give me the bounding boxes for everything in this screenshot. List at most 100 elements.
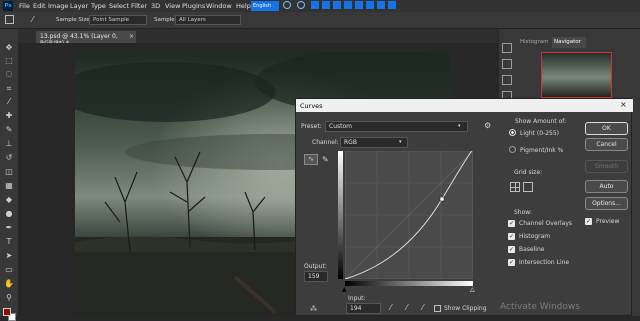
home-icon[interactable] [5,15,14,24]
preview-checkbox[interactable]: ✓ [585,218,592,225]
type-tool-icon[interactable]: T [4,237,14,247]
lasso-tool-icon[interactable]: ◌ [4,69,14,79]
marquee-tool-icon[interactable]: ⬚ [4,56,14,66]
show-clipping-checkbox[interactable] [434,305,441,312]
foreground-color-swatch[interactable] [3,308,11,316]
panel-icon-3[interactable] [502,75,512,85]
channel-select[interactable]: RGB ▾ [340,137,408,148]
tab-histogram[interactable]: Histogram [518,37,550,48]
menu-plugins[interactable]: Plugins [182,2,205,10]
language-indicator[interactable]: English [251,1,279,11]
menu-window[interactable]: Window [206,2,232,10]
detailed-grid-icon[interactable] [523,182,533,192]
clone-stamp-icon[interactable]: ⊥ [4,139,14,149]
black-point-slider[interactable]: ▲ [342,286,347,293]
menu-3d[interactable]: 3D [151,2,160,10]
tools-panel: ✥ ⬚ ◌ ⌗ ⁄ ✚ ✎ ⊥ ↺ ◫ ▦ ◆ ● ✒ T ➤ ▭ ✋ ⚲ [0,29,18,321]
input-field[interactable]: 194 [346,303,381,314]
preset-options-gear-icon[interactable]: ⚙ [484,121,491,130]
healing-brush-icon[interactable]: ✚ [4,111,14,121]
auto-channel-icon[interactable]: ⁂ [310,305,317,313]
sample-size-select[interactable]: Point Sample [89,15,147,25]
history-brush-icon[interactable]: ↺ [4,153,14,163]
move-tool-icon[interactable]: ✥ [4,43,14,53]
pause-icon[interactable] [311,1,319,9]
brush-tool-icon[interactable]: ✎ [4,125,14,135]
gradient-tool-icon[interactable]: ▦ [4,181,14,191]
forward-icon[interactable] [344,1,352,9]
curve-point-tool-icon[interactable]: ∿ [304,154,318,165]
curves-graph[interactable] [345,151,473,279]
rewind-icon[interactable] [322,1,330,9]
eyedropper-tool-icon[interactable]: ⁄ [32,15,33,24]
menu-layer[interactable]: Layer [70,2,88,10]
chevron-down-icon: ▾ [458,123,461,129]
capture-icon[interactable] [377,1,385,9]
close-icon[interactable] [388,1,396,9]
blur-tool-icon[interactable]: ◆ [4,195,14,205]
panel-icon-2[interactable] [502,59,512,69]
photoshop-logo[interactable]: Ps [3,1,13,11]
ok-button[interactable]: OK [585,122,628,135]
show-amount-label: Show Amount of: [515,118,567,125]
options-button-label: Options... [592,200,621,207]
input-gradient-bar [345,281,473,286]
close-tab-icon[interactable]: × [129,33,134,40]
options-button[interactable]: Options... [585,197,628,210]
menu-edit[interactable]: Edit [33,2,46,10]
output-label: Output: [304,263,327,270]
black-point-eyedropper-icon[interactable]: ⁄ [390,303,391,312]
light-radio[interactable] [509,129,516,136]
hand-tool-icon[interactable]: ✋ [4,279,14,289]
output-gradient-bar [338,151,343,279]
dialog-close-icon[interactable]: × [620,100,627,109]
eyedropper-icon[interactable]: ⁄ [4,97,14,107]
pen-tool-icon[interactable]: ✒ [4,223,14,233]
histogram-checkbox[interactable]: ✓ [508,233,515,240]
play-icon[interactable] [333,1,341,9]
record-icon[interactable] [355,1,363,9]
pencil-draw-icon[interactable]: ✎ [322,154,333,165]
cancel-button[interactable]: Cancel [585,138,628,151]
document-tab[interactable]: 13.psd @ 43.1% (Layer 0, RGB/8*) * × [36,31,136,47]
sample-size-label: Sample Size: [56,17,92,23]
pigment-radio[interactable] [509,146,516,153]
snapshot-icon[interactable] [297,1,305,9]
menu-file[interactable]: File [19,2,30,10]
preset-select[interactable]: Custom ▾ [325,121,468,132]
menu-help[interactable]: Help [236,2,251,10]
crop-tool-icon[interactable]: ⌗ [4,84,14,94]
language-label: English [253,3,272,9]
settings-icon[interactable] [366,1,374,9]
white-point-slider[interactable]: △ [470,286,475,293]
tab-navigator[interactable]: Navigator [552,37,586,48]
output-field[interactable]: 159 [304,271,328,282]
menu-image[interactable]: Image [48,2,68,10]
smile-icon[interactable] [283,1,291,9]
menu-filter[interactable]: Filter [131,2,147,10]
dodge-tool-icon[interactable]: ● [4,209,14,219]
zoom-tool-icon[interactable]: ⚲ [4,293,14,303]
sample-select[interactable]: All Layers [175,15,241,25]
eraser-tool-icon[interactable]: ◫ [4,167,14,177]
menu-type[interactable]: Type [91,2,106,10]
shape-tool-icon[interactable]: ▭ [4,265,14,275]
curves-dialog-titlebar[interactable]: Curves × [296,99,633,112]
cancel-button-label: Cancel [596,141,617,148]
curves-dialog: Curves × Preset: Custom ▾ ⚙ Channel: RGB… [295,98,633,316]
input-label: Input: [348,295,366,302]
baseline-checkbox[interactable]: ✓ [508,246,515,253]
channel-overlays-checkbox[interactable]: ✓ [508,220,515,227]
sample-label: Sample: [154,17,177,23]
auto-button[interactable]: Auto [585,180,628,193]
menu-select[interactable]: Select [109,2,129,10]
white-point-eyedropper-icon[interactable]: ⁄ [422,303,423,312]
menu-view[interactable]: View [165,2,180,10]
intersection-line-checkbox[interactable]: ✓ [508,259,515,266]
panel-icon-1[interactable] [502,43,512,53]
simple-grid-icon[interactable] [510,182,520,192]
path-selection-icon[interactable]: ➤ [4,251,14,261]
navigator-thumbnail[interactable] [541,52,612,98]
menu-bar: Ps File Edit Image Layer Type Select Fil… [0,0,640,12]
gray-point-eyedropper-icon[interactable]: ⁄ [406,303,407,312]
